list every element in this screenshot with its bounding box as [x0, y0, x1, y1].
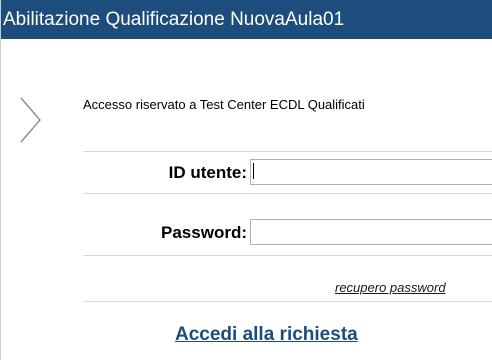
recover-password-link[interactable]: recupero password: [335, 280, 446, 295]
divider: [83, 151, 492, 152]
chevron-right-icon: [20, 97, 41, 143]
divider: [83, 193, 492, 194]
divider: [83, 301, 492, 302]
page-title: Abilitazione Qualificazione NuovaAula01: [1, 0, 492, 39]
password-input[interactable]: [250, 219, 492, 245]
user-id-label: ID utente:: [168, 163, 247, 182]
user-id-input[interactable]: [250, 159, 492, 185]
login-panel: Abilitazione Qualificazione NuovaAula01 …: [0, 0, 492, 360]
submit-request-link[interactable]: Accedi alla richiesta: [175, 324, 358, 346]
text-cursor: [253, 163, 254, 179]
access-notice: Accesso riservato a Test Center ECDL Qua…: [83, 97, 365, 112]
divider: [83, 255, 492, 256]
password-label: Password:: [161, 223, 247, 242]
